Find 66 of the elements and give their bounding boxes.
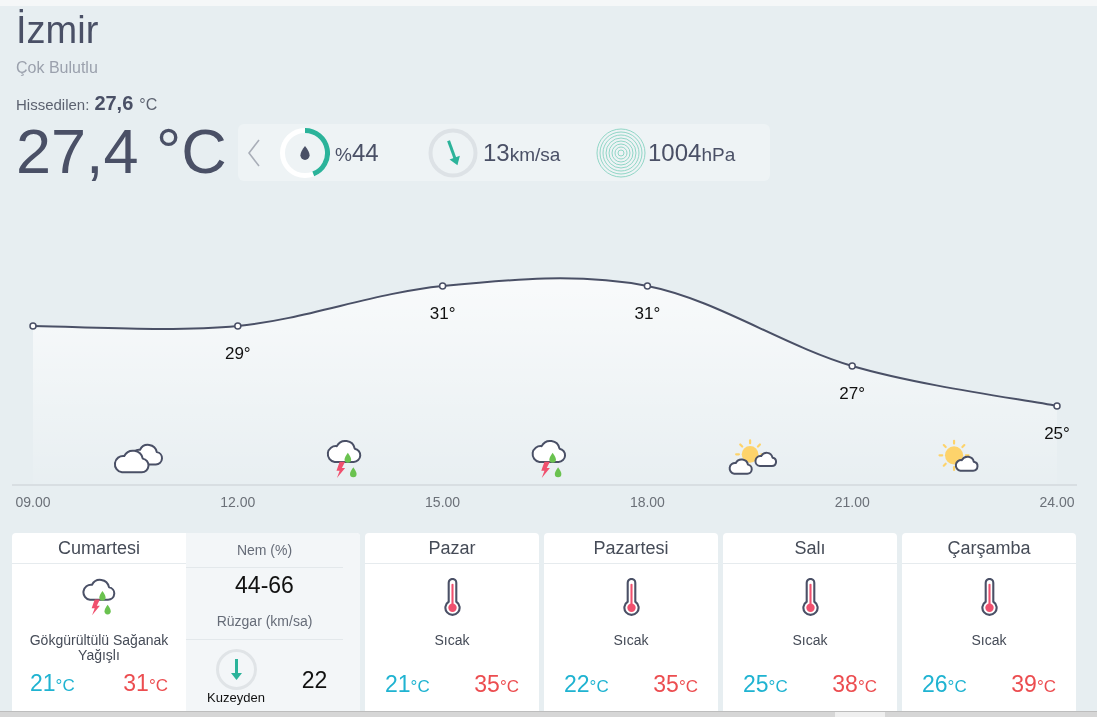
condition-text: Sıcak <box>434 632 470 648</box>
previous-button[interactable] <box>245 137 263 168</box>
wind-direction-icon <box>428 127 478 178</box>
humidity-label: Nem (%) <box>186 533 343 568</box>
data-label: 27° <box>839 384 866 403</box>
data-point <box>234 322 242 330</box>
feels-like-label: Hissedilen: <box>16 95 90 115</box>
condition-text: Sıcak <box>613 632 649 648</box>
feels-like-unit: °C <box>139 95 158 115</box>
chevron-left-icon <box>248 138 260 167</box>
thermometer-icon <box>979 578 999 616</box>
low-temperature: 21°C <box>385 671 430 699</box>
sun-cloud-icon <box>939 440 978 471</box>
humidity-range: 44-66 <box>234 571 295 600</box>
axis-tick-label: 15.00 <box>425 494 461 510</box>
data-label: 25° <box>1044 424 1070 443</box>
scrollbar-thumb[interactable] <box>835 712 885 717</box>
high-temperature: 35°C <box>653 671 698 699</box>
condition-text: Sıcak <box>971 632 1007 648</box>
day-title: Çarşamba <box>902 533 1076 564</box>
pressure-value: 1004hPa <box>648 137 736 168</box>
data-label: 29° <box>224 344 251 363</box>
day-title: Salı <box>723 533 897 564</box>
low-temperature: 21°C <box>30 670 75 698</box>
axis-tick-label: 18.00 <box>629 494 665 510</box>
condition-text: Gökgürültülü Sağanak Yağışlı <box>28 633 170 663</box>
axis-tick-label: 09.00 <box>15 494 51 510</box>
wind-label: Rüzgar (km/sa) <box>186 603 343 640</box>
axis-tick-label: 12.00 <box>220 494 256 510</box>
thunderstorm-icon <box>327 440 361 479</box>
condition-text: Sıcak <box>792 632 828 648</box>
sun-cloud-icon <box>729 440 777 474</box>
high-temperature: 35°C <box>474 671 519 699</box>
feels-like-value: 27,6 <box>94 91 134 116</box>
drop-icon <box>300 145 310 160</box>
humidity-value: %44 <box>335 137 380 168</box>
city-name: İzmir <box>16 8 99 52</box>
thunderstorm-icon <box>532 440 566 479</box>
data-point <box>29 322 37 330</box>
high-temperature: 39°C <box>1011 671 1056 699</box>
day-title: Pazartesi <box>544 533 718 564</box>
cloud-icon <box>114 444 162 473</box>
data-point <box>643 282 652 290</box>
thermometer-icon <box>442 578 462 616</box>
axis-tick-label: 24.00 <box>1039 494 1075 510</box>
high-temperature: 31°C <box>123 670 168 698</box>
data-point <box>438 282 447 290</box>
high-temperature: 38°C <box>832 671 877 699</box>
wind-direction: Kuzeyden <box>207 690 265 705</box>
pressure-icon <box>596 127 646 178</box>
axis-tick-label: 21.00 <box>834 494 870 510</box>
low-temperature: 22°C <box>564 671 609 699</box>
weather-condition: Çok Bulutlu <box>16 58 98 78</box>
low-temperature: 26°C <box>922 671 967 699</box>
day-title: Pazar <box>365 533 539 564</box>
data-point <box>1053 402 1061 410</box>
wind-speed: 13km/sa <box>483 137 562 168</box>
current-temperature: 27,4 °C <box>16 116 228 186</box>
wind-direction-icon <box>215 649 257 690</box>
data-label: 31° <box>634 304 661 323</box>
thermometer-icon <box>800 578 820 616</box>
data-point <box>848 362 856 370</box>
low-temperature: 25°C <box>743 671 788 699</box>
thermometer-icon <box>621 578 641 616</box>
wind-speed: 22 <box>300 667 329 695</box>
data-label: 31° <box>429 304 456 323</box>
